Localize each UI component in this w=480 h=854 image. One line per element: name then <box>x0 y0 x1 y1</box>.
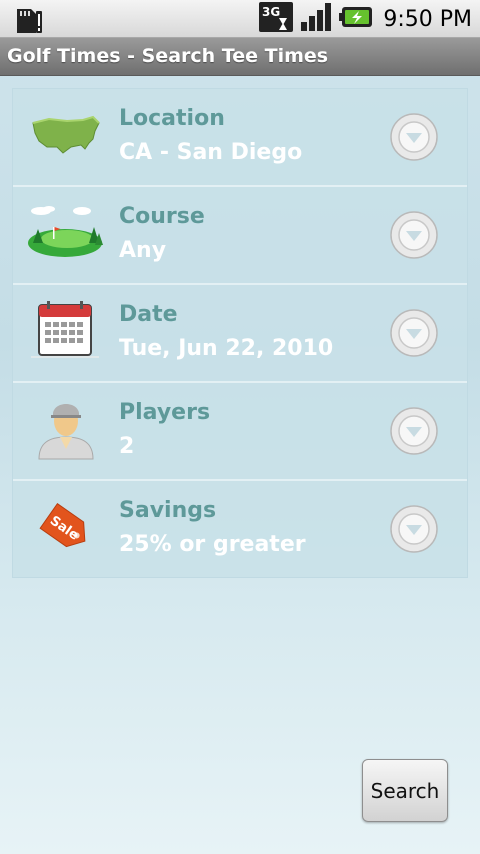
clock: 9:50 PM <box>383 6 472 32</box>
location-row[interactable]: Location CA - San Diego <box>13 89 467 187</box>
network-type: 3G <box>262 5 280 19</box>
date-label: Date <box>119 302 178 327</box>
players-value: 2 <box>119 434 135 459</box>
players-row[interactable]: Players 2 <box>13 383 467 481</box>
savings-label: Savings <box>119 498 217 523</box>
page-title: Golf Times - Search Tee Times <box>7 45 329 67</box>
date-value: Tue, Jun 22, 2010 <box>119 336 334 361</box>
3g-data-icon: 3G <box>259 2 294 36</box>
savings-dropdown-chevron-icon[interactable] <box>389 504 439 554</box>
location-dropdown-chevron-icon[interactable] <box>389 112 439 162</box>
course-label: Course <box>119 204 205 229</box>
course-row[interactable]: Course Any <box>13 187 467 285</box>
us-map-icon <box>27 103 105 169</box>
players-dropdown-chevron-icon[interactable] <box>389 406 439 456</box>
sd-card-warning-icon <box>14 5 44 39</box>
search-button[interactable]: Search <box>362 759 448 822</box>
location-label: Location <box>119 106 225 131</box>
savings-value: 25% or greater <box>119 532 306 557</box>
sale-tag-icon: Sale <box>27 495 105 561</box>
date-row[interactable]: Date Tue, Jun 22, 2010 <box>13 285 467 383</box>
calendar-icon <box>27 299 105 365</box>
player-icon <box>27 397 105 463</box>
date-dropdown-chevron-icon[interactable] <box>389 308 439 358</box>
search-options-list: Location CA - San Diego Course Any Date … <box>12 88 468 578</box>
status-bar: 3G 9:50 PM <box>0 0 480 38</box>
signal-strength-icon <box>299 2 333 36</box>
location-value: CA - San Diego <box>119 140 303 165</box>
title-bar: Golf Times - Search Tee Times <box>0 38 480 76</box>
savings-row[interactable]: Sale Savings 25% or greater <box>13 481 467 577</box>
course-value: Any <box>119 238 167 263</box>
battery-charging-icon <box>339 4 373 34</box>
players-label: Players <box>119 400 211 425</box>
course-dropdown-chevron-icon[interactable] <box>389 210 439 260</box>
golf-course-icon <box>27 201 105 267</box>
